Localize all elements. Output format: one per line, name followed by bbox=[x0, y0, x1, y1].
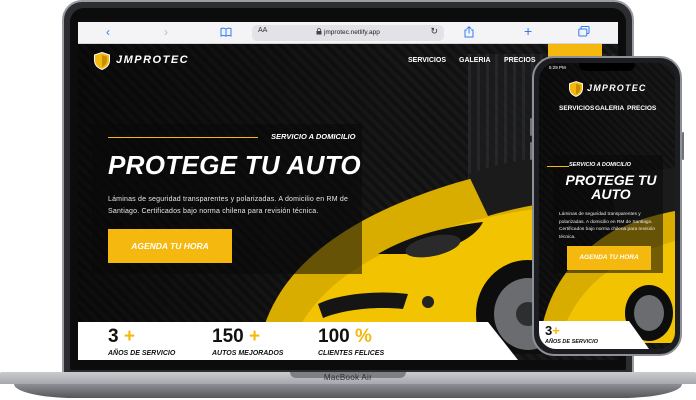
chevron-left-icon[interactable]: ‹ bbox=[106, 25, 110, 39]
phone-nav-servicios[interactable]: SERVICIOS bbox=[559, 105, 594, 112]
device-label: MacBook Air bbox=[323, 373, 373, 382]
hero-description: Láminas de seguridad transparentes y pol… bbox=[108, 196, 349, 215]
url-text: jmprotec.netlify.app bbox=[252, 28, 444, 36]
hero-divider bbox=[108, 137, 258, 138]
phone-hero-description: Láminas de seguridad transparentes y pol… bbox=[559, 212, 655, 240]
phone-stat-years-number: 3+ bbox=[545, 323, 560, 338]
phone-shield-logo-icon[interactable] bbox=[569, 81, 583, 97]
phone-hero-divider bbox=[547, 166, 569, 167]
shield-logo-icon[interactable] bbox=[94, 52, 110, 70]
browser-toolbar: ‹ › AA jmprotec.netlify.app ↻ + bbox=[78, 22, 618, 44]
phone-nav-precios[interactable]: PRECIOS bbox=[627, 105, 656, 112]
book-appointment-button[interactable]: AGENDA TU HORA bbox=[108, 229, 232, 263]
lock-icon bbox=[316, 28, 322, 35]
hero-title: PROTEGE TU AUTO bbox=[108, 150, 361, 180]
phone: 5:29 PM JMPROTEC SERVICIOS GALERIA PRECI… bbox=[530, 56, 684, 356]
book-icon[interactable] bbox=[220, 26, 232, 40]
stat-years-label: AÑOS DE SERVICIO bbox=[108, 350, 176, 357]
phone-stat-years-label: AÑOS DE SERVICIO bbox=[545, 339, 598, 345]
reload-icon[interactable]: ↻ bbox=[430, 26, 438, 37]
address-bar[interactable]: AA jmprotec.netlify.app ↻ bbox=[252, 25, 444, 41]
plus-icon[interactable]: + bbox=[524, 24, 532, 38]
stat-cars-number: 150 + bbox=[212, 326, 261, 347]
share-icon[interactable] bbox=[464, 26, 474, 41]
phone-book-appointment-button[interactable]: AGENDA TU HORA bbox=[567, 246, 651, 270]
phone-hero-tagline: SERVICIO A DOMICILIO bbox=[569, 162, 631, 168]
stat-cars-label: AUTOS MEJORADOS bbox=[212, 350, 284, 357]
hero-tagline: SERVICIO A DOMICILIO bbox=[271, 132, 356, 141]
brand-name[interactable]: JMPROTEC bbox=[116, 54, 189, 66]
phone-nav-galeria[interactable]: GALERIA bbox=[595, 105, 624, 112]
nav-link-galeria[interactable]: GALERIA bbox=[459, 57, 491, 64]
chevron-right-icon[interactable]: › bbox=[164, 25, 168, 39]
nav-link-precios[interactable]: PRECIOS bbox=[504, 57, 536, 64]
phone-notch bbox=[579, 63, 635, 71]
stat-years-number: 3 + bbox=[108, 326, 135, 347]
status-time: 5:29 PM bbox=[549, 65, 566, 70]
stat-clients-number: 100 % bbox=[318, 326, 372, 347]
phone-screen: 5:29 PM JMPROTEC SERVICIOS GALERIA PRECI… bbox=[539, 63, 675, 349]
phone-hero-title: PROTEGE TU AUTO bbox=[565, 172, 657, 202]
nav-link-servicios[interactable]: SERVICIOS bbox=[408, 57, 446, 64]
phone-brand-name[interactable]: JMPROTEC bbox=[587, 83, 647, 93]
tabs-icon[interactable] bbox=[578, 26, 590, 40]
stat-clients-label: CLIENTES FELICES bbox=[318, 350, 385, 357]
